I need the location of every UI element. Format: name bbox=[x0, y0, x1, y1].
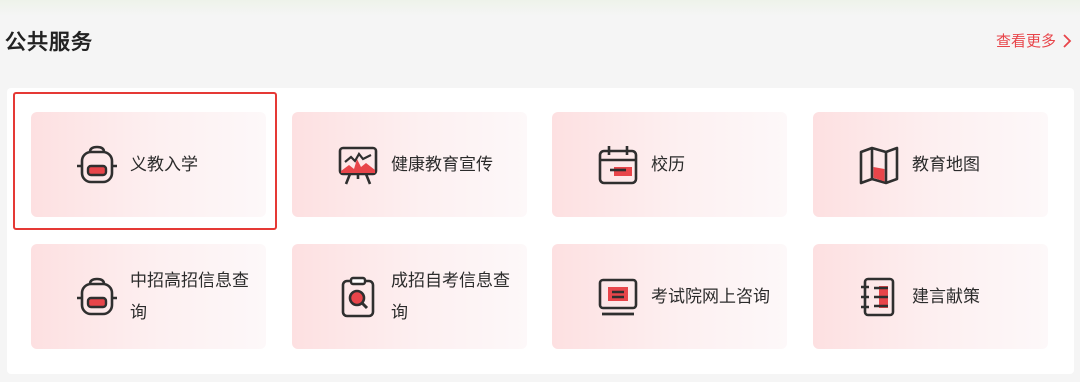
view-more-link[interactable]: 查看更多 bbox=[996, 30, 1072, 51]
service-card-health-education[interactable]: 健康教育宣传 bbox=[292, 112, 527, 217]
section-title: 公共服务 bbox=[5, 30, 93, 54]
monitor-icon bbox=[596, 275, 640, 319]
service-label: 中招高招信息查询 bbox=[130, 270, 249, 323]
calendar-icon bbox=[596, 143, 640, 187]
service-card-education-map[interactable]: 教育地图 bbox=[813, 112, 1048, 217]
service-card-exam-institute-consultation[interactable]: 考试院网上咨询 bbox=[552, 244, 787, 349]
top-strip bbox=[0, 0, 1080, 16]
service-label: 健康教育宣传 bbox=[391, 154, 493, 175]
service-label: 考试院网上咨询 bbox=[651, 286, 770, 307]
service-label: 教育地图 bbox=[912, 154, 980, 175]
clipboard-search-icon bbox=[336, 275, 380, 319]
service-card-school-calendar[interactable]: 校历 bbox=[552, 112, 787, 217]
service-card-suggestions[interactable]: 建言献策 bbox=[813, 244, 1048, 349]
presentation-board-icon bbox=[336, 143, 380, 187]
notebook-icon bbox=[857, 275, 901, 319]
service-card-exam-admission-query[interactable]: 中招高招信息查询 bbox=[31, 244, 266, 349]
service-card-adult-self-study-query[interactable]: 成招自考信息查询 bbox=[292, 244, 527, 349]
backpack-icon bbox=[75, 143, 119, 187]
service-label: 校历 bbox=[651, 154, 685, 175]
view-more-label: 查看更多 bbox=[995, 32, 1056, 50]
service-card-compulsory-enrollment[interactable]: 义教入学 bbox=[31, 112, 266, 217]
service-label: 建言献策 bbox=[912, 286, 980, 307]
chevron-right-icon bbox=[1063, 33, 1072, 48]
service-label: 义教入学 bbox=[130, 154, 198, 175]
backpack-icon bbox=[75, 275, 119, 319]
service-label: 成招自考信息查询 bbox=[391, 270, 510, 323]
map-icon bbox=[857, 143, 901, 187]
